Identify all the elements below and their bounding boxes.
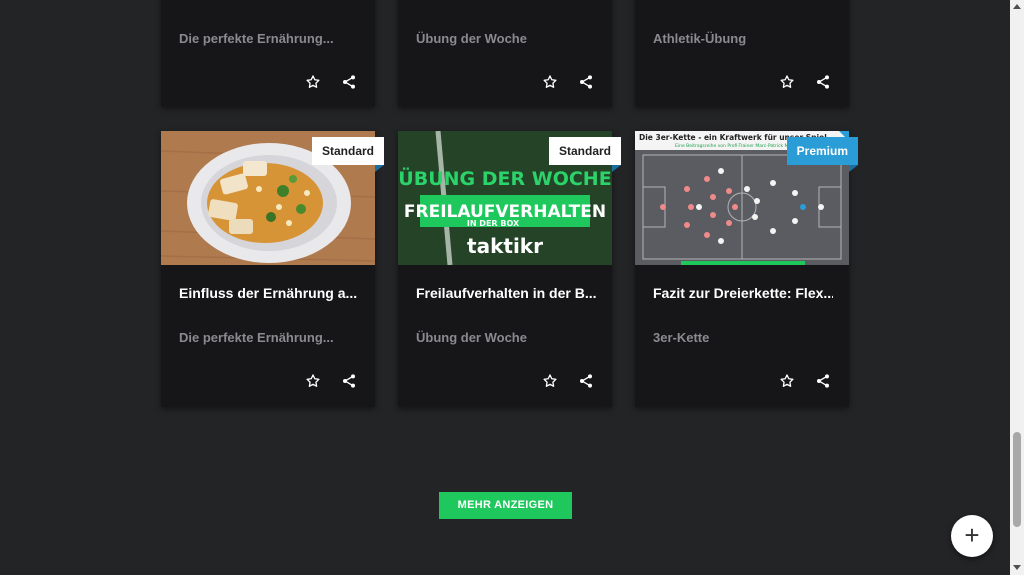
- premium-badge: Premium: [786, 137, 859, 172]
- scroll-up-arrow-icon[interactable]: [1013, 4, 1021, 9]
- card-category: Athletik-Übung: [653, 31, 747, 46]
- share-icon[interactable]: [341, 373, 357, 389]
- share-icon[interactable]: [578, 74, 594, 90]
- card-dreierkette[interactable]: Die 3er-Kette - ein Kraftwerk für unser …: [635, 131, 859, 407]
- card-actions: [542, 74, 594, 90]
- share-icon[interactable]: [341, 74, 357, 90]
- standard-badge: Standard: [548, 137, 622, 172]
- card-category: Übung der Woche: [416, 31, 527, 46]
- card-category: Die perfekte Ernährung...: [179, 330, 334, 345]
- card-freilaufverhalten[interactable]: ÜBUNG DER WOCHE FREILAUFVERHALTEN IN DER…: [398, 131, 622, 407]
- star-icon[interactable]: [542, 373, 558, 389]
- thumb-heading: ÜBUNG DER WOCHE: [398, 166, 611, 190]
- star-icon[interactable]: [779, 74, 795, 90]
- card-category: Die perfekte Ernährung...: [179, 31, 334, 46]
- thumb-subheader: Eine Beitragsreihe von Profi-Trainer Mar…: [675, 143, 801, 149]
- star-icon[interactable]: [542, 74, 558, 90]
- taktikr-logo: taktikr: [467, 234, 543, 258]
- card-ernaehrung[interactable]: Standard Einfluss der Ernährung a... Die…: [161, 131, 385, 407]
- page-scrollbar[interactable]: [1010, 0, 1024, 575]
- add-fab-button[interactable]: +: [951, 515, 993, 557]
- card-category: Übung der Woche: [416, 330, 527, 345]
- card-top-3[interactable]: Athletik-Übung: [635, 0, 849, 107]
- card-actions: [305, 373, 357, 389]
- card-category: 3er-Kette: [653, 330, 710, 345]
- card-title[interactable]: Einfluss der Ernährung a...: [179, 285, 359, 301]
- star-icon[interactable]: [305, 74, 321, 90]
- load-more-button[interactable]: MEHR ANZEIGEN: [439, 492, 572, 519]
- card-title[interactable]: Fazit zur Dreierkette: Flex...: [653, 285, 833, 301]
- scroll-down-arrow-icon[interactable]: [1013, 565, 1021, 570]
- standard-badge: Standard: [311, 137, 385, 172]
- card-actions: [542, 373, 594, 389]
- thumb-subline: IN DER BOX: [467, 219, 520, 228]
- share-icon[interactable]: [578, 373, 594, 389]
- share-icon[interactable]: [815, 373, 831, 389]
- card-actions: [779, 373, 831, 389]
- scrollbar-thumb[interactable]: [1013, 432, 1021, 527]
- card-actions: [305, 74, 357, 90]
- share-icon[interactable]: [815, 74, 831, 90]
- star-icon[interactable]: [305, 373, 321, 389]
- card-top-2[interactable]: Übung der Woche: [398, 0, 612, 107]
- star-icon[interactable]: [779, 373, 795, 389]
- card-actions: [779, 74, 831, 90]
- card-top-1[interactable]: Die perfekte Ernährung...: [161, 0, 375, 107]
- card-title[interactable]: Freilaufverhalten in der B...: [416, 285, 596, 301]
